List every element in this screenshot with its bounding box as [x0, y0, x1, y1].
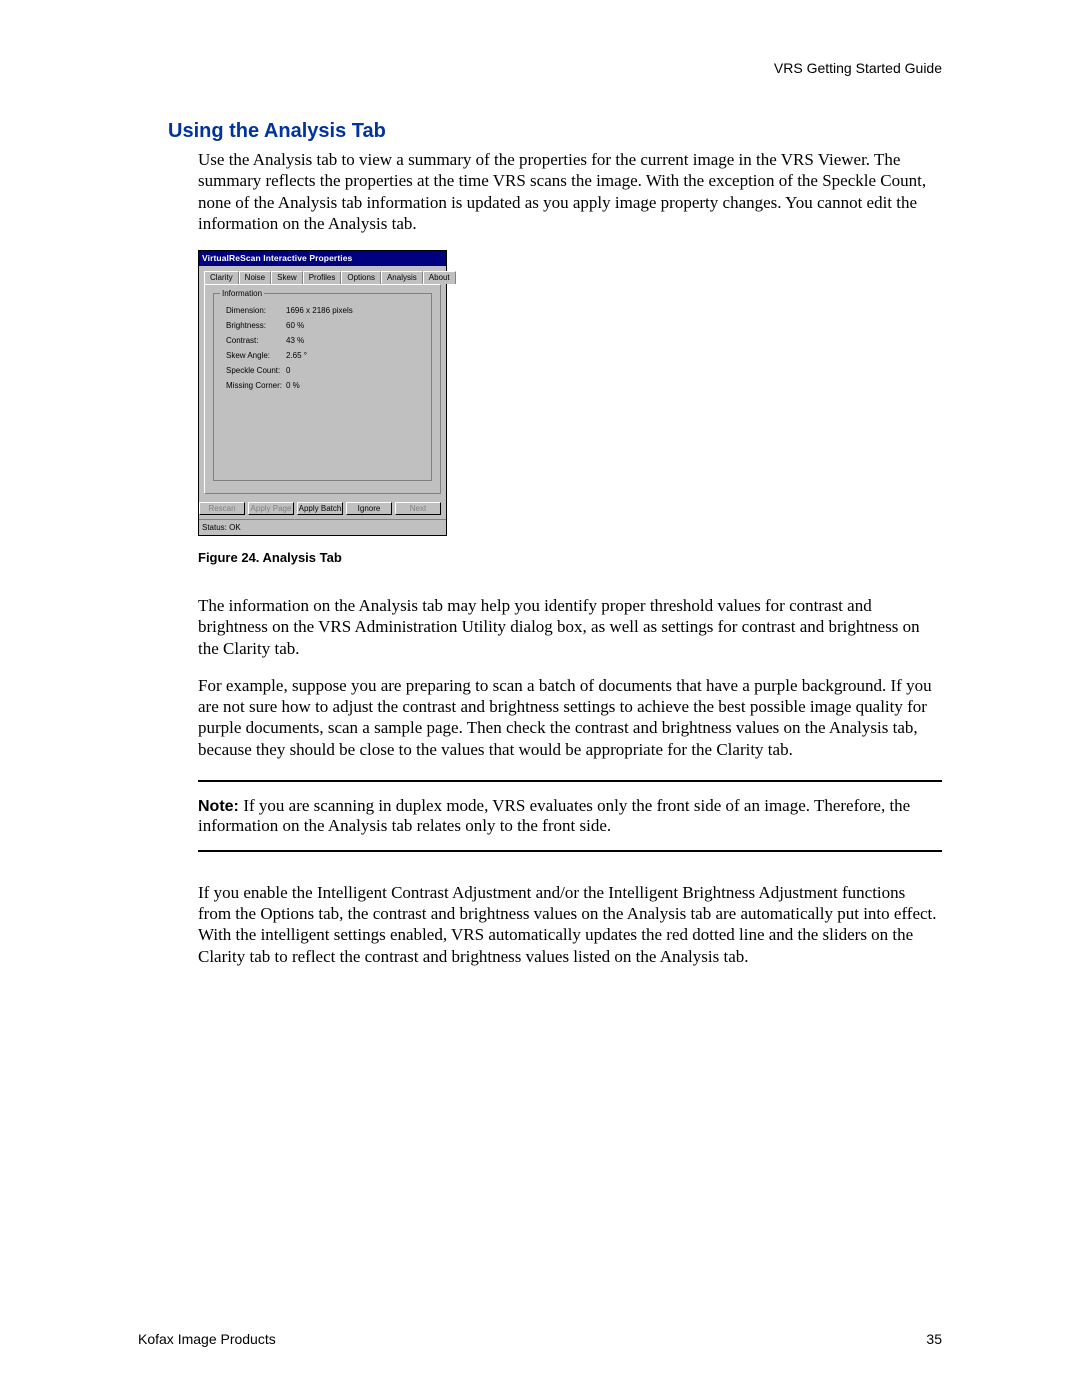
- note-text: If you are scanning in duplex mode, VRS …: [198, 796, 910, 835]
- ignore-button[interactable]: Ignore: [346, 502, 392, 515]
- document-page: VRS Getting Started Guide Using the Anal…: [0, 0, 1080, 1397]
- label-contrast: Contrast:: [226, 336, 286, 345]
- label-dimension: Dimension:: [226, 306, 286, 315]
- apply-page-button: Apply Page: [248, 502, 294, 515]
- tab-panel-analysis: Information Dimension: 1696 x 2186 pixel…: [204, 284, 441, 494]
- footer-left: Kofax Image Products: [138, 1331, 276, 1347]
- label-speckle-count: Speckle Count:: [226, 366, 286, 375]
- page-footer: Kofax Image Products 35: [138, 1331, 942, 1347]
- tab-options[interactable]: Options: [341, 271, 381, 284]
- next-button: Next: [395, 502, 441, 515]
- value-missing-corner: 0 %: [286, 381, 300, 390]
- row-brightness: Brightness: 60 %: [226, 321, 425, 330]
- figure-caption: Figure 24. Analysis Tab: [198, 550, 942, 565]
- tab-profiles[interactable]: Profiles: [303, 271, 342, 284]
- paragraph-1: Use the Analysis tab to view a summary o…: [198, 149, 942, 234]
- row-contrast: Contrast: 43 %: [226, 336, 425, 345]
- analysis-tab-figure: VirtualReScan Interactive Properties Cla…: [198, 250, 942, 536]
- paragraph-3: For example, suppose you are preparing t…: [198, 675, 942, 760]
- tab-skew[interactable]: Skew: [271, 271, 303, 284]
- label-missing-corner: Missing Corner:: [226, 381, 286, 390]
- section-heading: Using the Analysis Tab: [168, 120, 942, 143]
- tab-analysis[interactable]: Analysis: [381, 271, 423, 284]
- tab-about[interactable]: About: [423, 271, 456, 284]
- groupbox-title: Information: [220, 289, 264, 298]
- value-brightness: 60 %: [286, 321, 304, 330]
- note-label: Note:: [198, 798, 243, 815]
- row-skew-angle: Skew Angle: 2.65 °: [226, 351, 425, 360]
- row-missing-corner: Missing Corner: 0 %: [226, 381, 425, 390]
- vrs-properties-dialog: VirtualReScan Interactive Properties Cla…: [198, 250, 447, 536]
- header-guide-title: VRS Getting Started Guide: [168, 60, 942, 76]
- footer-page-number: 35: [926, 1331, 942, 1347]
- row-dimension: Dimension: 1696 x 2186 pixels: [226, 306, 425, 315]
- body-content: Use the Analysis tab to view a summary o…: [168, 149, 942, 967]
- note-block: Note: If you are scanning in duplex mode…: [198, 780, 942, 852]
- value-dimension: 1696 x 2186 pixels: [286, 306, 353, 315]
- dialog-button-row: Rescan Apply Page Apply Batch Ignore Nex…: [199, 498, 446, 519]
- tab-noise[interactable]: Noise: [239, 271, 271, 284]
- information-groupbox: Information Dimension: 1696 x 2186 pixel…: [213, 293, 432, 481]
- value-skew-angle: 2.65 °: [286, 351, 307, 360]
- paragraph-2: The information on the Analysis tab may …: [198, 595, 942, 659]
- row-speckle-count: Speckle Count: 0: [226, 366, 425, 375]
- dialog-status-bar: Status: OK: [199, 519, 446, 535]
- rescan-button: Rescan: [199, 502, 245, 515]
- value-contrast: 43 %: [286, 336, 304, 345]
- value-speckle-count: 0: [286, 366, 290, 375]
- apply-batch-button[interactable]: Apply Batch: [297, 502, 343, 515]
- tab-clarity[interactable]: Clarity: [204, 271, 239, 284]
- label-skew-angle: Skew Angle:: [226, 351, 286, 360]
- label-brightness: Brightness:: [226, 321, 286, 330]
- paragraph-4: If you enable the Intelligent Contrast A…: [198, 882, 942, 967]
- dialog-tabs: Clarity Noise Skew Profiles Options Anal…: [204, 270, 441, 284]
- dialog-title-bar: VirtualReScan Interactive Properties: [199, 251, 446, 266]
